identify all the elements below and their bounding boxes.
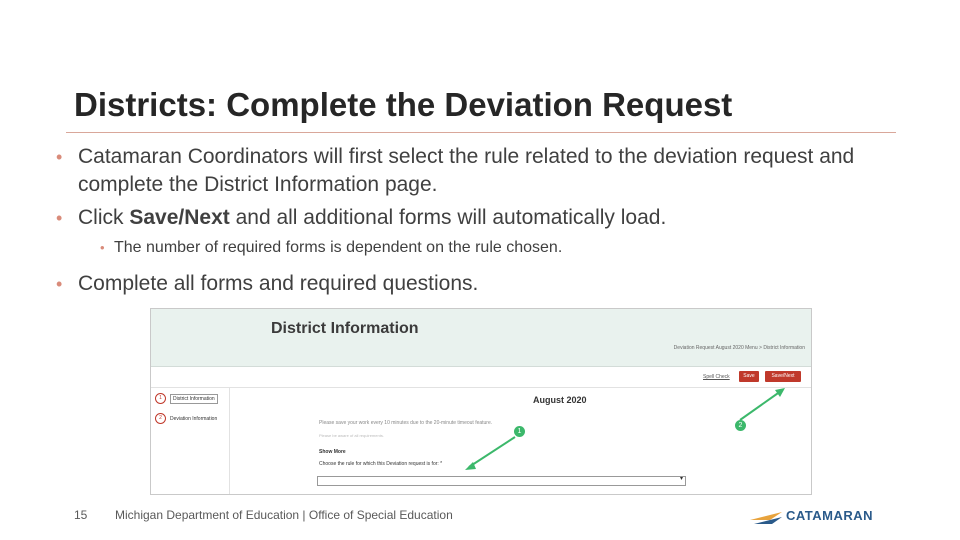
bullet-icon: •: [56, 274, 63, 294]
bullet-item: • Click Save/Next and all additional for…: [56, 204, 896, 232]
arrow-2-line: [739, 390, 782, 421]
footer-text: Michigan Department of Education | Offic…: [115, 508, 453, 522]
annotation-arrows: [465, 388, 785, 470]
bullet-text: Complete all forms and required question…: [78, 272, 479, 295]
sub-bullet-text: The number of required forms is dependen…: [114, 239, 563, 256]
bullet-icon: •: [100, 240, 105, 255]
bullet-item: • Catamaran Coordinators will first sele…: [56, 143, 896, 199]
bullet-text: Catamaran Coordinators will first select…: [78, 145, 855, 196]
arrow-1-line: [468, 436, 516, 468]
bullet-item: • Complete all forms and required questi…: [56, 270, 896, 298]
catamaran-logo-text: CATAMARAN: [786, 508, 874, 523]
sub-bullet-item: • The number of required forms is depend…: [56, 237, 896, 259]
title-divider: [66, 132, 896, 133]
bullet-icon: •: [56, 147, 63, 167]
bullet-list: • Catamaran Coordinators will first sele…: [56, 143, 896, 303]
callout-2: 2: [735, 420, 746, 431]
arrow-2-head: [775, 388, 785, 397]
slide-title: Districts: Complete the Deviation Reques…: [74, 86, 733, 123]
bullet-icon: •: [56, 208, 63, 228]
bullet-text-bold: Save/Next: [129, 206, 230, 229]
bullet-text-pre: Click: [78, 206, 130, 229]
page-number: 15: [74, 508, 88, 522]
callout-1: 1: [514, 426, 525, 437]
bullet-text-post: and all additional forms will automatica…: [229, 206, 667, 229]
embedded-screenshot: District Information Deviation Request A…: [150, 308, 812, 495]
